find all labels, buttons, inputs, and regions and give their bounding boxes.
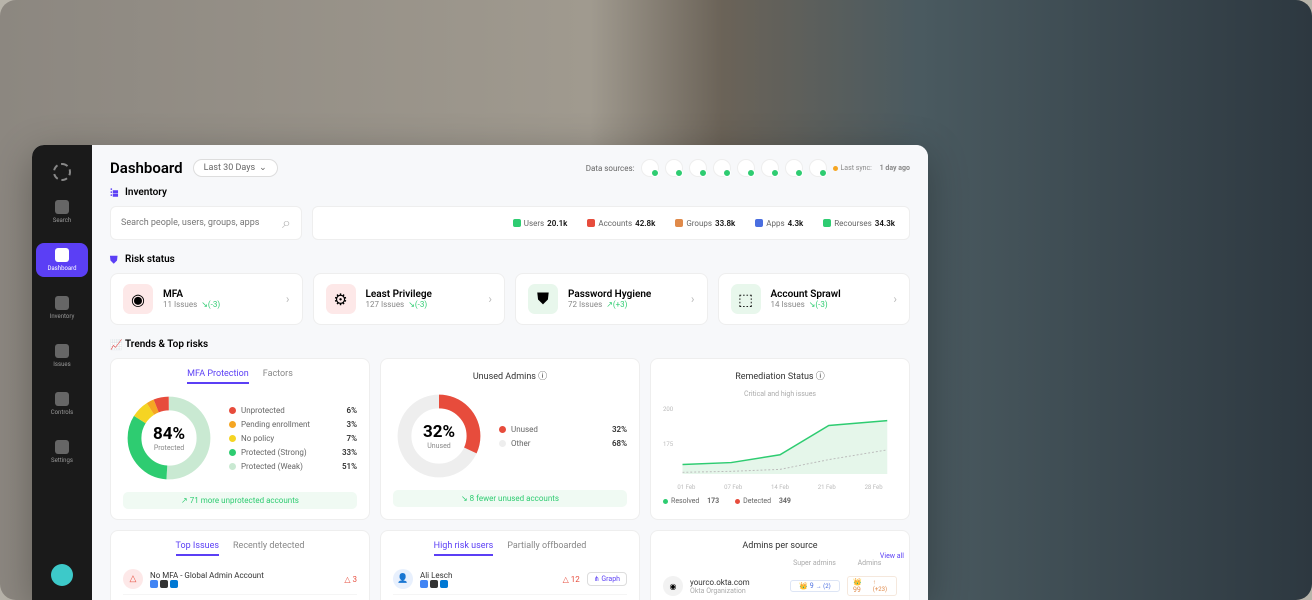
tab-top-issues[interactable]: Top Issues xyxy=(176,541,219,556)
warning-icon: △ xyxy=(123,569,143,589)
trends-section-title: 📈Trends & Top risks xyxy=(110,339,910,350)
admin-source-row[interactable]: ◉yourco.okta.comOkta Organization👑 9 → (… xyxy=(663,571,897,600)
tab-factors[interactable]: Factors xyxy=(263,369,293,384)
source-okta-icon[interactable] xyxy=(641,159,659,177)
top-issues-panel: Top Issues Recently detected △No MFA - Gl… xyxy=(110,530,370,600)
chevron-right-icon: › xyxy=(893,292,897,306)
stat-recourses: Recourses 34.3k xyxy=(823,219,895,228)
avatar[interactable] xyxy=(51,564,73,586)
tab-recently-detected[interactable]: Recently detected xyxy=(233,541,304,556)
sidebar-item-issues[interactable]: Issues xyxy=(36,339,88,373)
user-avatar-icon: 👤 xyxy=(393,569,413,589)
page-title: Dashboard xyxy=(110,159,183,177)
settings-icon xyxy=(55,440,69,454)
inventory-stats: Users 20.1k Accounts 42.8k Groups 33.8k App… xyxy=(312,206,910,240)
super-admin-count: 👑 9 → (2) xyxy=(790,580,840,592)
date-range-select[interactable]: Last 30 Days⌄ xyxy=(193,159,278,177)
user-row[interactable]: 👤Joe John△ 11⋔ Graph xyxy=(393,595,627,600)
app-logo-icon xyxy=(53,163,71,181)
admin-count: 👑 99 ↑ (+23) xyxy=(847,576,897,596)
chevron-right-icon: › xyxy=(488,292,492,306)
view-all-link[interactable]: View all xyxy=(880,552,904,560)
risk-icon: ◉ xyxy=(123,284,153,314)
search-icon: ⌕ xyxy=(282,213,291,233)
resolved-stat: Resolved 173 xyxy=(663,497,719,505)
search-input[interactable] xyxy=(121,218,282,228)
mfa-donut-chart: 84%Protected xyxy=(123,392,215,484)
data-sources: Data sources: Last sync: 1 day ago xyxy=(586,159,910,177)
legend-item: Protected (Weak)51% xyxy=(229,462,357,471)
unused-donut-chart: 32%Unused xyxy=(393,390,485,482)
issue-row[interactable]: △No MFA - Global Admin Account△ 3 xyxy=(123,564,357,595)
shield-icon: ⛊ xyxy=(110,255,120,265)
unused-legend: Unused32% Other68% xyxy=(499,425,627,448)
risk-cards-row: ◉MFA11 Issues↘(-3)›⚙Least Privilege127 I… xyxy=(110,273,910,325)
risk-icon: ⬚ xyxy=(731,284,761,314)
risk-section-title: ⛊Risk status xyxy=(110,254,910,265)
issue-row[interactable]: △Old Password, No MFA, Unused Admin△ 12 xyxy=(123,595,357,600)
risk-icon: ⛊ xyxy=(528,284,558,314)
legend-item: Pending enrollment3% xyxy=(229,420,357,429)
risk-card-account-sprawl[interactable]: ⬚Account Sprawl14 Issues↘(-3)› xyxy=(718,273,911,325)
detected-stat: Detected 349 xyxy=(735,497,791,505)
graph-button[interactable]: ⋔ Graph xyxy=(587,572,627,586)
mfa-banner: ↗ 71 more unprotected accounts xyxy=(123,492,357,509)
inventory-section-icon: ⫶≣ xyxy=(110,188,120,198)
tab-high-risk-users[interactable]: High risk users xyxy=(434,541,494,556)
source-aws-icon[interactable] xyxy=(713,159,731,177)
sidebar-item-inventory[interactable]: Inventory xyxy=(36,291,88,325)
inventory-icon xyxy=(55,296,69,310)
mfa-protection-panel: MFA Protection Factors 84%Protected Unpro… xyxy=(110,358,370,520)
main-content: Dashboard Last 30 Days⌄ Data sources: La… xyxy=(92,145,928,600)
remediation-chart: 200 175 xyxy=(663,406,897,476)
unused-admins-panel: Unused Admins ⓘ 32%Unused Unused32%Other… xyxy=(380,358,640,520)
legend-item: No policy7% xyxy=(229,434,357,443)
admins-per-source-panel: Admins per source Super adminsAdminsView… xyxy=(650,530,910,600)
dashboard-window: Search Dashboard Inventory Issues Contro… xyxy=(32,145,928,600)
sidebar: Search Dashboard Inventory Issues Contro… xyxy=(32,145,92,600)
risk-icon: ⚙ xyxy=(326,284,356,314)
tab-mfa-protection[interactable]: MFA Protection xyxy=(187,369,249,384)
risk-card-password-hygiene[interactable]: ⛊Password Hygiene72 Issues↗(+3)› xyxy=(515,273,708,325)
legend-item: Other68% xyxy=(499,439,627,448)
high-risk-users-panel: High risk users Partially offboarded 👤Ali… xyxy=(380,530,640,600)
source-salesforce-icon[interactable] xyxy=(761,159,779,177)
source-google-icon[interactable] xyxy=(689,159,707,177)
source-icon: ◉ xyxy=(663,576,683,596)
sidebar-item-controls[interactable]: Controls xyxy=(36,387,88,421)
inventory-section-title: ⫶≣Inventory xyxy=(110,187,910,198)
legend-item: Unused32% xyxy=(499,425,627,434)
sidebar-item-settings[interactable]: Settings xyxy=(36,435,88,469)
source-github-icon[interactable] xyxy=(737,159,755,177)
source-azure-icon[interactable] xyxy=(785,159,803,177)
chevron-down-icon: ⌄ xyxy=(259,163,267,173)
legend-item: Unprotected6% xyxy=(229,406,357,415)
legend-item: Protected (Strong)33% xyxy=(229,448,357,457)
stat-accounts: Accounts 42.8k xyxy=(587,219,655,228)
user-row[interactable]: 👤Ali Lesch△ 12⋔ Graph xyxy=(393,564,627,595)
stat-apps: Apps 4.3k xyxy=(755,219,803,228)
last-sync: Last sync: 1 day ago xyxy=(833,164,910,172)
risk-card-mfa[interactable]: ◉MFA11 Issues↘(-3)› xyxy=(110,273,303,325)
source-microsoft-icon[interactable] xyxy=(665,159,683,177)
header: Dashboard Last 30 Days⌄ Data sources: La… xyxy=(110,159,910,177)
dashboard-icon xyxy=(55,248,69,262)
stat-groups: Groups 33.8k xyxy=(675,219,735,228)
sidebar-item-dashboard[interactable]: Dashboard xyxy=(36,243,88,277)
controls-icon xyxy=(55,392,69,406)
remediation-panel: Remediation Status ⓘ Critical and high i… xyxy=(650,358,910,520)
search-box[interactable]: ⌕ xyxy=(110,206,302,240)
chevron-right-icon: › xyxy=(286,292,290,306)
unused-banner: ↘ 8 fewer unused accounts xyxy=(393,490,627,507)
sidebar-item-search[interactable]: Search xyxy=(36,195,88,229)
trend-icon: 📈 xyxy=(110,340,120,350)
tab-partially-offboarded[interactable]: Partially offboarded xyxy=(507,541,586,556)
source-snowflake-icon[interactable] xyxy=(809,159,827,177)
mfa-legend: Unprotected6% Pending enrollment3% No poli… xyxy=(229,406,357,471)
risk-card-least-privilege[interactable]: ⚙Least Privilege127 Issues↘(-3)› xyxy=(313,273,506,325)
chevron-right-icon: › xyxy=(691,292,695,306)
stat-users: Users 20.1k xyxy=(513,219,568,228)
issues-icon xyxy=(55,344,69,358)
search-icon xyxy=(55,200,69,214)
